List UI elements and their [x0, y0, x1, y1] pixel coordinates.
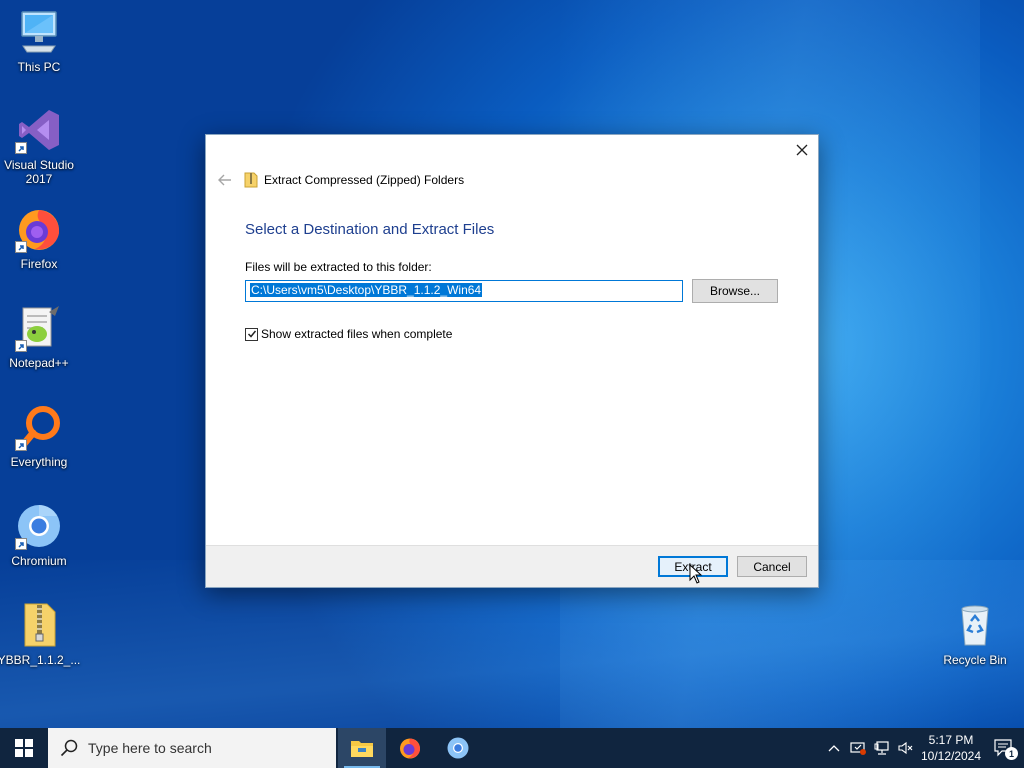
chromium-icon: [15, 502, 63, 550]
taskbar-firefox[interactable]: [386, 728, 434, 768]
tray-security-button[interactable]: [846, 728, 870, 768]
desktop-icon-label: This PC: [17, 60, 61, 74]
desktop-icon-label: Visual Studio 2017: [4, 158, 74, 186]
show-hidden-icons-button[interactable]: [822, 728, 846, 768]
shortcut-arrow-icon: [15, 538, 27, 550]
show-extracted-files-label: Show extracted files when complete: [261, 327, 453, 341]
file-explorer-icon: [351, 741, 373, 757]
notepad-plus-plus-icon: [15, 304, 63, 352]
desktop-icon-everything[interactable]: Everything: [0, 403, 78, 469]
everything-search-icon: [15, 403, 63, 451]
show-extracted-files-checkbox[interactable]: [245, 327, 258, 341]
security-center-icon: [850, 742, 866, 755]
mouse-pointer-icon: [689, 564, 703, 584]
dialog-heading: Select a Destination and Extract Files: [245, 221, 495, 238]
dialog-title-row: Extract Compressed (Zipped) Folders: [244, 172, 464, 188]
taskbar: Type here to search 5:17 PM 10/12/2024 1: [0, 728, 1024, 768]
notification-count-badge: 1: [1005, 747, 1018, 760]
taskbar-chromium[interactable]: [434, 728, 482, 768]
clock-time: 5:17 PM: [928, 733, 974, 747]
chromium-icon: [447, 737, 469, 759]
desktop-icon-label: Everything: [10, 455, 68, 469]
show-extracted-files-option[interactable]: Show extracted files when complete: [245, 327, 452, 341]
desktop-icon-ybbr-zip[interactable]: YBBR_1.1.2_...: [0, 601, 81, 667]
close-icon: [796, 144, 808, 156]
search-icon: [60, 739, 78, 757]
desktop-icon-recycle-bin[interactable]: Recycle Bin: [936, 601, 1014, 667]
checkmark-icon: [247, 330, 256, 338]
shortcut-arrow-icon: [15, 142, 27, 154]
system-tray: 5:17 PM 10/12/2024 1: [822, 728, 1024, 768]
desktop-icon-label: Firefox: [20, 257, 58, 271]
tray-volume-button[interactable]: [894, 728, 918, 768]
shortcut-arrow-icon: [15, 340, 27, 352]
desktop-icon-label: Recycle Bin: [943, 653, 1007, 667]
desktop-icon-visual-studio[interactable]: Visual Studio 2017: [0, 106, 78, 186]
firefox-icon: [15, 205, 63, 253]
taskbar-clock[interactable]: 5:17 PM 10/12/2024: [918, 732, 984, 764]
desktop-icon-this-pc[interactable]: This PC: [0, 8, 78, 74]
destination-label: Files will be extracted to this folder:: [245, 260, 432, 274]
desktop-icon-notepad-plus-plus[interactable]: Notepad++: [0, 304, 78, 370]
volume-muted-icon: [898, 741, 913, 755]
dialog-footer: Extract Cancel: [206, 545, 818, 587]
cancel-button[interactable]: Cancel: [737, 556, 807, 577]
back-button[interactable]: [214, 171, 236, 189]
clock-date: 10/12/2024: [920, 749, 982, 763]
destination-path-value: C:\Users\vm5\Desktop\YBBR_1.1.2_Win64: [250, 283, 483, 297]
recycle-bin-icon: [951, 601, 999, 649]
start-button[interactable]: [0, 728, 48, 768]
dialog-title: Extract Compressed (Zipped) Folders: [264, 173, 465, 187]
zip-folder-icon: [244, 172, 258, 188]
search-placeholder: Type here to search: [88, 740, 212, 756]
action-center-button[interactable]: 1: [984, 728, 1024, 768]
firefox-icon: [400, 738, 421, 759]
desktop-icon-chromium[interactable]: Chromium: [0, 502, 78, 568]
zip-folder-icon: [15, 601, 63, 649]
destination-path-input[interactable]: C:\Users\vm5\Desktop\YBBR_1.1.2_Win64: [245, 280, 683, 302]
shortcut-arrow-icon: [15, 241, 27, 253]
desktop-icon-label: Chromium: [11, 554, 67, 568]
shortcut-arrow-icon: [15, 439, 27, 451]
desktop-icon-label: YBBR_1.1.2_...: [0, 653, 81, 667]
back-arrow-icon: [218, 174, 231, 186]
visual-studio-icon: [15, 106, 63, 154]
tray-network-button[interactable]: [870, 728, 894, 768]
close-button[interactable]: [786, 135, 818, 165]
network-icon: [874, 741, 889, 755]
desktop-icon-label: Notepad++: [9, 356, 69, 370]
taskbar-search-box[interactable]: Type here to search: [48, 728, 336, 768]
taskbar-file-explorer[interactable]: [338, 728, 386, 768]
monitor-icon: [15, 8, 63, 56]
desktop-icon-firefox[interactable]: Firefox: [0, 205, 78, 271]
extract-dialog: Extract Compressed (Zipped) Folders Sele…: [205, 134, 819, 588]
windows-logo-icon: [15, 739, 33, 757]
browse-button[interactable]: Browse...: [692, 279, 778, 303]
chevron-up-icon: [828, 745, 840, 752]
